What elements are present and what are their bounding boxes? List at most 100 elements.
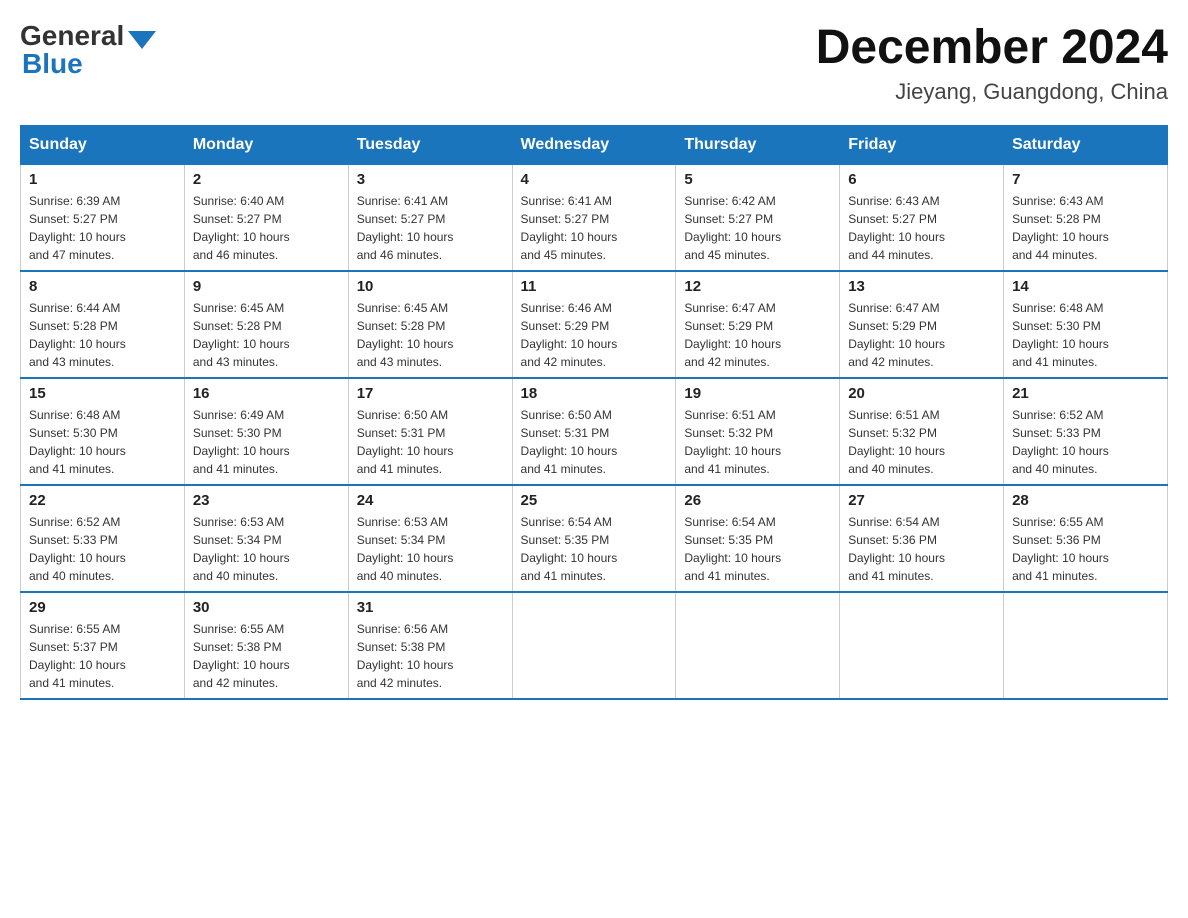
day-info: Sunrise: 6:42 AM Sunset: 5:27 PM Dayligh… bbox=[684, 192, 831, 264]
calendar-cell: 18 Sunrise: 6:50 AM Sunset: 5:31 PM Dayl… bbox=[512, 378, 676, 485]
calendar-cell bbox=[840, 592, 1004, 699]
day-number: 14 bbox=[1012, 278, 1159, 295]
day-number: 25 bbox=[521, 492, 668, 509]
month-year-title: December 2024 bbox=[816, 20, 1168, 75]
calendar-cell: 30 Sunrise: 6:55 AM Sunset: 5:38 PM Dayl… bbox=[184, 592, 348, 699]
calendar-cell: 13 Sunrise: 6:47 AM Sunset: 5:29 PM Dayl… bbox=[840, 271, 1004, 378]
calendar-week-row: 29 Sunrise: 6:55 AM Sunset: 5:37 PM Dayl… bbox=[21, 592, 1168, 699]
day-info: Sunrise: 6:41 AM Sunset: 5:27 PM Dayligh… bbox=[357, 192, 504, 264]
day-number: 20 bbox=[848, 385, 995, 402]
calendar-cell: 3 Sunrise: 6:41 AM Sunset: 5:27 PM Dayli… bbox=[348, 165, 512, 272]
calendar-cell: 8 Sunrise: 6:44 AM Sunset: 5:28 PM Dayli… bbox=[21, 271, 185, 378]
day-info: Sunrise: 6:45 AM Sunset: 5:28 PM Dayligh… bbox=[357, 299, 504, 371]
calendar-cell: 17 Sunrise: 6:50 AM Sunset: 5:31 PM Dayl… bbox=[348, 378, 512, 485]
day-number: 15 bbox=[29, 385, 176, 402]
day-info: Sunrise: 6:39 AM Sunset: 5:27 PM Dayligh… bbox=[29, 192, 176, 264]
day-info: Sunrise: 6:44 AM Sunset: 5:28 PM Dayligh… bbox=[29, 299, 176, 371]
day-number: 11 bbox=[521, 278, 668, 295]
day-number: 2 bbox=[193, 171, 340, 188]
day-info: Sunrise: 6:55 AM Sunset: 5:36 PM Dayligh… bbox=[1012, 513, 1159, 585]
day-number: 27 bbox=[848, 492, 995, 509]
column-header-friday: Friday bbox=[840, 126, 1004, 165]
day-number: 3 bbox=[357, 171, 504, 188]
logo-blue-text: Blue bbox=[20, 48, 83, 80]
calendar-week-row: 15 Sunrise: 6:48 AM Sunset: 5:30 PM Dayl… bbox=[21, 378, 1168, 485]
calendar-cell: 12 Sunrise: 6:47 AM Sunset: 5:29 PM Dayl… bbox=[676, 271, 840, 378]
calendar-cell: 7 Sunrise: 6:43 AM Sunset: 5:28 PM Dayli… bbox=[1004, 165, 1168, 272]
column-header-tuesday: Tuesday bbox=[348, 126, 512, 165]
column-header-saturday: Saturday bbox=[1004, 126, 1168, 165]
day-info: Sunrise: 6:51 AM Sunset: 5:32 PM Dayligh… bbox=[848, 406, 995, 478]
calendar-cell: 10 Sunrise: 6:45 AM Sunset: 5:28 PM Dayl… bbox=[348, 271, 512, 378]
day-info: Sunrise: 6:43 AM Sunset: 5:28 PM Dayligh… bbox=[1012, 192, 1159, 264]
calendar-cell: 5 Sunrise: 6:42 AM Sunset: 5:27 PM Dayli… bbox=[676, 165, 840, 272]
day-number: 29 bbox=[29, 599, 176, 616]
calendar-cell: 15 Sunrise: 6:48 AM Sunset: 5:30 PM Dayl… bbox=[21, 378, 185, 485]
day-number: 5 bbox=[684, 171, 831, 188]
logo-arrow-icon bbox=[128, 31, 156, 49]
day-info: Sunrise: 6:46 AM Sunset: 5:29 PM Dayligh… bbox=[521, 299, 668, 371]
calendar-cell: 26 Sunrise: 6:54 AM Sunset: 5:35 PM Dayl… bbox=[676, 485, 840, 592]
calendar-week-row: 8 Sunrise: 6:44 AM Sunset: 5:28 PM Dayli… bbox=[21, 271, 1168, 378]
calendar-cell bbox=[1004, 592, 1168, 699]
day-number: 22 bbox=[29, 492, 176, 509]
day-number: 18 bbox=[521, 385, 668, 402]
calendar-cell: 16 Sunrise: 6:49 AM Sunset: 5:30 PM Dayl… bbox=[184, 378, 348, 485]
day-number: 19 bbox=[684, 385, 831, 402]
day-number: 26 bbox=[684, 492, 831, 509]
day-number: 4 bbox=[521, 171, 668, 188]
calendar-cell bbox=[676, 592, 840, 699]
column-header-sunday: Sunday bbox=[21, 126, 185, 165]
column-header-thursday: Thursday bbox=[676, 126, 840, 165]
calendar-cell: 11 Sunrise: 6:46 AM Sunset: 5:29 PM Dayl… bbox=[512, 271, 676, 378]
day-number: 23 bbox=[193, 492, 340, 509]
day-info: Sunrise: 6:48 AM Sunset: 5:30 PM Dayligh… bbox=[29, 406, 176, 478]
day-number: 8 bbox=[29, 278, 176, 295]
calendar-cell: 29 Sunrise: 6:55 AM Sunset: 5:37 PM Dayl… bbox=[21, 592, 185, 699]
day-info: Sunrise: 6:49 AM Sunset: 5:30 PM Dayligh… bbox=[193, 406, 340, 478]
day-info: Sunrise: 6:50 AM Sunset: 5:31 PM Dayligh… bbox=[521, 406, 668, 478]
day-number: 24 bbox=[357, 492, 504, 509]
day-info: Sunrise: 6:52 AM Sunset: 5:33 PM Dayligh… bbox=[29, 513, 176, 585]
calendar-cell: 19 Sunrise: 6:51 AM Sunset: 5:32 PM Dayl… bbox=[676, 378, 840, 485]
calendar-cell: 2 Sunrise: 6:40 AM Sunset: 5:27 PM Dayli… bbox=[184, 165, 348, 272]
calendar-cell: 23 Sunrise: 6:53 AM Sunset: 5:34 PM Dayl… bbox=[184, 485, 348, 592]
calendar-cell bbox=[512, 592, 676, 699]
calendar-cell: 4 Sunrise: 6:41 AM Sunset: 5:27 PM Dayli… bbox=[512, 165, 676, 272]
day-number: 7 bbox=[1012, 171, 1159, 188]
day-info: Sunrise: 6:55 AM Sunset: 5:37 PM Dayligh… bbox=[29, 620, 176, 692]
day-info: Sunrise: 6:56 AM Sunset: 5:38 PM Dayligh… bbox=[357, 620, 504, 692]
calendar-cell: 21 Sunrise: 6:52 AM Sunset: 5:33 PM Dayl… bbox=[1004, 378, 1168, 485]
day-info: Sunrise: 6:48 AM Sunset: 5:30 PM Dayligh… bbox=[1012, 299, 1159, 371]
calendar-cell: 28 Sunrise: 6:55 AM Sunset: 5:36 PM Dayl… bbox=[1004, 485, 1168, 592]
day-info: Sunrise: 6:54 AM Sunset: 5:35 PM Dayligh… bbox=[521, 513, 668, 585]
day-number: 30 bbox=[193, 599, 340, 616]
calendar-cell: 14 Sunrise: 6:48 AM Sunset: 5:30 PM Dayl… bbox=[1004, 271, 1168, 378]
day-info: Sunrise: 6:40 AM Sunset: 5:27 PM Dayligh… bbox=[193, 192, 340, 264]
day-number: 6 bbox=[848, 171, 995, 188]
calendar-cell: 20 Sunrise: 6:51 AM Sunset: 5:32 PM Dayl… bbox=[840, 378, 1004, 485]
day-info: Sunrise: 6:47 AM Sunset: 5:29 PM Dayligh… bbox=[848, 299, 995, 371]
calendar-week-row: 1 Sunrise: 6:39 AM Sunset: 5:27 PM Dayli… bbox=[21, 165, 1168, 272]
day-number: 16 bbox=[193, 385, 340, 402]
calendar-header-row: SundayMondayTuesdayWednesdayThursdayFrid… bbox=[21, 126, 1168, 165]
page-header: General Blue December 2024 Jieyang, Guan… bbox=[20, 20, 1168, 105]
day-info: Sunrise: 6:52 AM Sunset: 5:33 PM Dayligh… bbox=[1012, 406, 1159, 478]
day-number: 13 bbox=[848, 278, 995, 295]
day-number: 31 bbox=[357, 599, 504, 616]
day-info: Sunrise: 6:43 AM Sunset: 5:27 PM Dayligh… bbox=[848, 192, 995, 264]
calendar-cell: 25 Sunrise: 6:54 AM Sunset: 5:35 PM Dayl… bbox=[512, 485, 676, 592]
calendar-cell: 24 Sunrise: 6:53 AM Sunset: 5:34 PM Dayl… bbox=[348, 485, 512, 592]
logo: General Blue bbox=[20, 20, 156, 80]
calendar-cell: 1 Sunrise: 6:39 AM Sunset: 5:27 PM Dayli… bbox=[21, 165, 185, 272]
calendar-cell: 22 Sunrise: 6:52 AM Sunset: 5:33 PM Dayl… bbox=[21, 485, 185, 592]
calendar-week-row: 22 Sunrise: 6:52 AM Sunset: 5:33 PM Dayl… bbox=[21, 485, 1168, 592]
calendar-table: SundayMondayTuesdayWednesdayThursdayFrid… bbox=[20, 125, 1168, 700]
day-info: Sunrise: 6:53 AM Sunset: 5:34 PM Dayligh… bbox=[357, 513, 504, 585]
column-header-monday: Monday bbox=[184, 126, 348, 165]
day-info: Sunrise: 6:54 AM Sunset: 5:36 PM Dayligh… bbox=[848, 513, 995, 585]
day-number: 9 bbox=[193, 278, 340, 295]
day-info: Sunrise: 6:51 AM Sunset: 5:32 PM Dayligh… bbox=[684, 406, 831, 478]
calendar-cell: 6 Sunrise: 6:43 AM Sunset: 5:27 PM Dayli… bbox=[840, 165, 1004, 272]
location-subtitle: Jieyang, Guangdong, China bbox=[816, 79, 1168, 105]
